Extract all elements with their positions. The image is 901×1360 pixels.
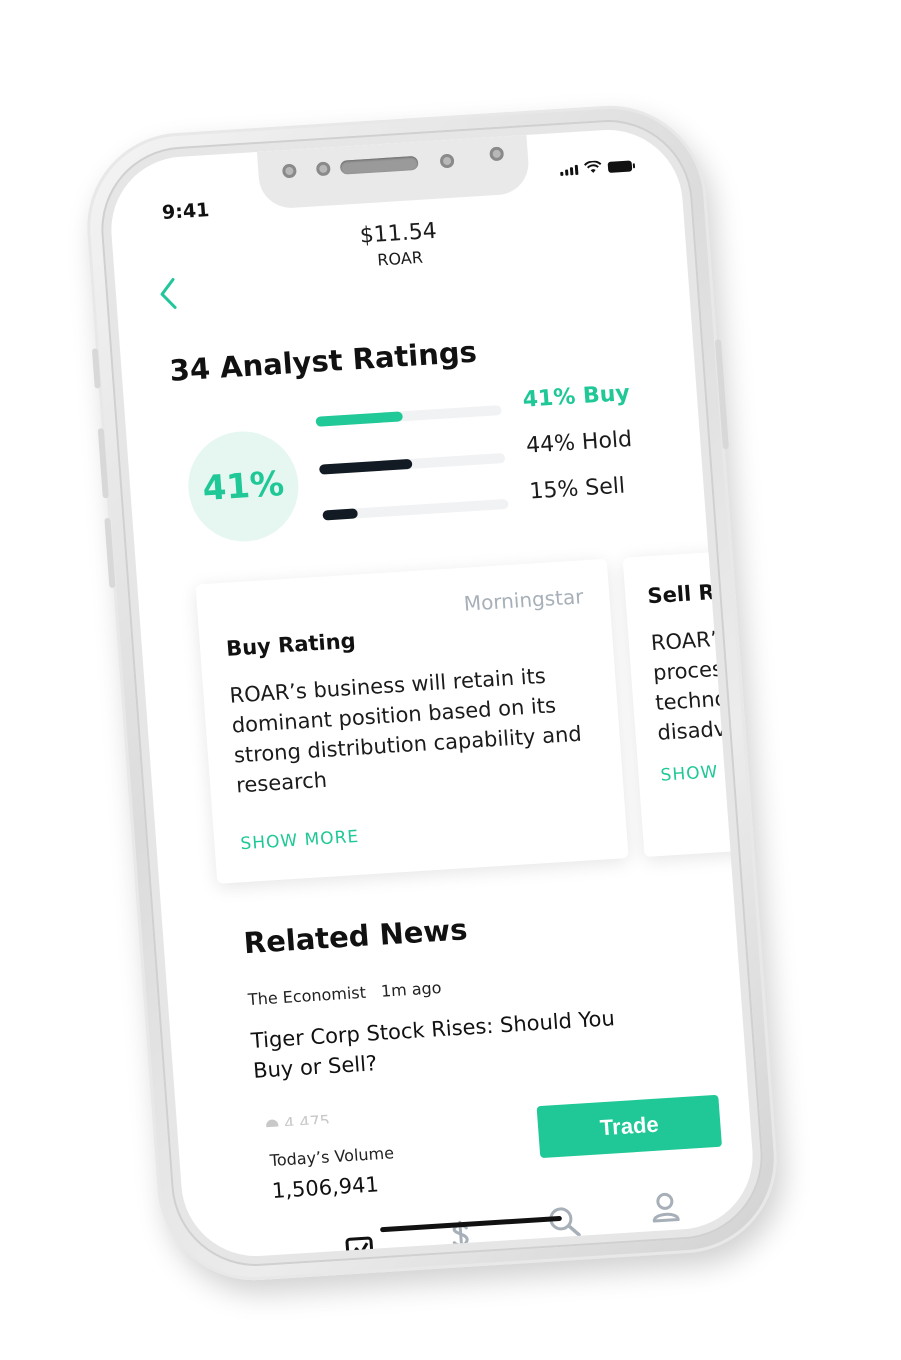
card-body: ROAR’s business will retain its dominant… [228, 663, 583, 798]
speaker-grille [339, 155, 419, 175]
card-title: Buy Rating [225, 628, 357, 661]
card-source: Morningstar [462, 584, 585, 616]
phone-mockup: 9:41 $11.54 ROAR 34 Analyst Ratings 41% … [80, 100, 784, 1286]
hold-bar-track [318, 452, 506, 475]
sell-bar-fill [322, 508, 359, 521]
tab-account[interactable] [641, 1183, 690, 1232]
buy-bar-fill [315, 411, 404, 427]
buy-label: 41% Buy [521, 381, 631, 413]
volume-value: 1,506,941 [271, 1172, 380, 1203]
trade-button[interactable]: Trade [536, 1094, 723, 1159]
news-headline[interactable]: Tiger Corp Stock Rises: Should You Buy o… [250, 1002, 634, 1086]
volume-label: Today’s Volume [269, 1143, 395, 1171]
battery-icon [607, 160, 633, 173]
status-icons [560, 158, 633, 176]
buy-percentage-circle: 41% [184, 428, 303, 545]
search-icon [549, 1207, 581, 1237]
news-count-value: 4,475 [283, 1111, 331, 1128]
show-more-link[interactable]: SHOW MORE [240, 827, 360, 854]
camera-icon [281, 163, 297, 179]
stage: 9:41 $11.54 ROAR 34 Analyst Ratings 41% … [0, 0, 901, 1360]
front-camera-icon [489, 146, 505, 162]
news-time: 1m ago [380, 977, 443, 1001]
buy-rating-card[interactable]: Morningstar Buy Rating ROAR’s business w… [195, 558, 629, 884]
buy-bar-track [315, 405, 502, 427]
ratings-title: 34 Analyst Ratings [168, 334, 478, 388]
buy-percentage-value: 41% [201, 463, 286, 509]
hold-bar-fill [318, 458, 413, 475]
sensor-icon [315, 161, 331, 177]
app-screen: 9:41 $11.54 ROAR 34 Analyst Ratings 41% … [106, 125, 758, 1261]
cellular-signal-icon [560, 164, 579, 176]
news-source: The Economist [247, 982, 367, 1010]
news-meta: The Economist 1m ago [247, 978, 442, 1009]
news-count: ● 4,475 [264, 1111, 330, 1127]
news-title: Related News [242, 912, 469, 961]
wifi-icon [583, 160, 602, 173]
sell-label: 15% Sell [528, 473, 626, 505]
sell-bar-track [322, 498, 509, 521]
comment-icon: ● [264, 1114, 280, 1128]
proximity-sensor-icon [439, 153, 455, 169]
user-icon [652, 1192, 680, 1223]
hold-label: 44% Hold [525, 426, 633, 459]
status-time: 9:41 [161, 199, 211, 224]
